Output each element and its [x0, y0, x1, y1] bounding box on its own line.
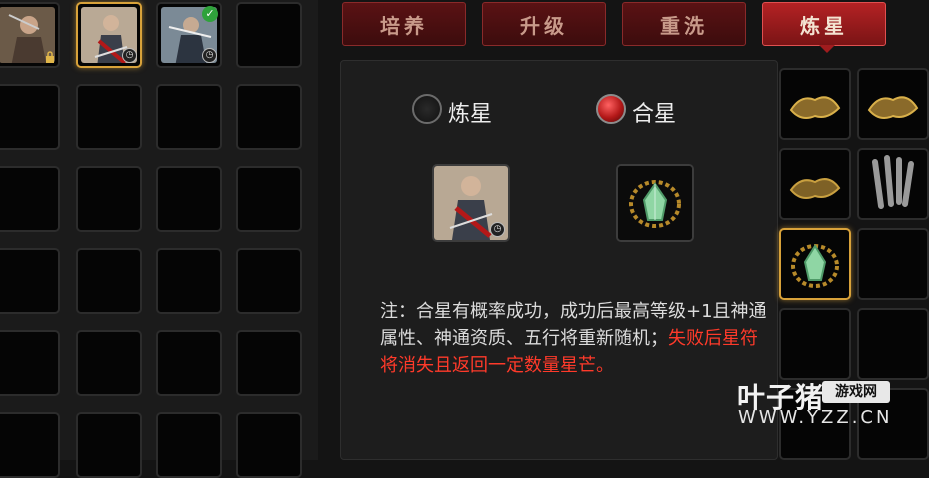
hero-slot-empty[interactable]	[76, 84, 142, 150]
lock-icon	[46, 51, 54, 63]
watermark-tag: 游戏网	[822, 381, 890, 403]
active-tab-pointer	[819, 45, 835, 53]
iron-claw-icon	[872, 155, 914, 209]
hero-slot[interactable]	[0, 2, 60, 68]
hero-slot-selected[interactable]: ◷	[76, 2, 142, 68]
hero-slot-empty[interactable]	[236, 2, 302, 68]
tab-refine-star[interactable]: 炼星	[762, 2, 886, 46]
radio-refine-star-label: 炼星	[448, 102, 493, 127]
hero-slot-empty[interactable]	[0, 330, 60, 396]
hero-slot-empty[interactable]	[156, 248, 222, 314]
clock-icon: ◷	[122, 48, 137, 63]
hero-slot-empty[interactable]	[236, 412, 302, 478]
hero-slot[interactable]: ✓ ◷	[156, 2, 222, 68]
item-slot[interactable]	[857, 68, 929, 140]
hero-slot-empty[interactable]	[76, 248, 142, 314]
star-charm-item-selected[interactable]	[779, 228, 851, 300]
hero-slot-empty[interactable]	[156, 84, 222, 150]
clock-icon: ◷	[490, 222, 505, 237]
hero-slot-empty[interactable]	[0, 412, 60, 478]
hero-slot-empty[interactable]	[156, 166, 222, 232]
hero-slot-empty[interactable]	[236, 84, 302, 150]
hero-slot-empty[interactable]	[236, 166, 302, 232]
item-slot[interactable]	[857, 148, 929, 220]
star-charm-icon	[618, 166, 692, 240]
item-slot-empty[interactable]	[857, 228, 929, 300]
hero-slot-empty[interactable]	[156, 330, 222, 396]
tab-reroll[interactable]: 重洗	[622, 2, 746, 46]
item-slot[interactable]	[779, 68, 851, 140]
tab-cultivate[interactable]: 培养	[342, 2, 466, 46]
star-charm-slot[interactable]	[616, 164, 694, 242]
hero-slot-empty[interactable]	[0, 248, 60, 314]
check-icon: ✓	[202, 6, 218, 22]
hero-slot-empty[interactable]	[236, 248, 302, 314]
radio-refine-star[interactable]	[412, 94, 442, 124]
radio-merge-star[interactable]	[596, 94, 626, 124]
watermark-url: WWW.YZZ.CN	[738, 407, 893, 428]
gold-ore-icon	[867, 96, 919, 119]
hero-slot-empty[interactable]	[76, 412, 142, 478]
hero-slot-empty[interactable]	[0, 166, 60, 232]
gold-ore-icon	[789, 96, 841, 119]
item-slot-empty[interactable]	[779, 308, 851, 380]
clock-icon: ◷	[202, 48, 217, 63]
star-refine-panel	[340, 60, 778, 460]
gold-ore-icon	[789, 178, 841, 199]
hero-slot-empty[interactable]	[76, 330, 142, 396]
hero-slot-empty[interactable]	[236, 330, 302, 396]
item-slot-empty[interactable]	[857, 308, 929, 380]
radio-merge-star-label: 合星	[632, 102, 677, 127]
hero-slot-empty[interactable]	[156, 412, 222, 478]
tab-upgrade[interactable]: 升级	[482, 2, 606, 46]
hero-target-slot[interactable]: ◷	[432, 164, 510, 242]
star-charm-icon	[791, 244, 839, 288]
merge-star-note: 注：合星有概率成功，成功后最高等级+1且神通属性、神通资质、五行将重新随机；失败…	[380, 298, 772, 379]
item-slot[interactable]	[779, 148, 851, 220]
hero-slot-empty[interactable]	[76, 166, 142, 232]
hero-slot-empty[interactable]	[0, 84, 60, 150]
